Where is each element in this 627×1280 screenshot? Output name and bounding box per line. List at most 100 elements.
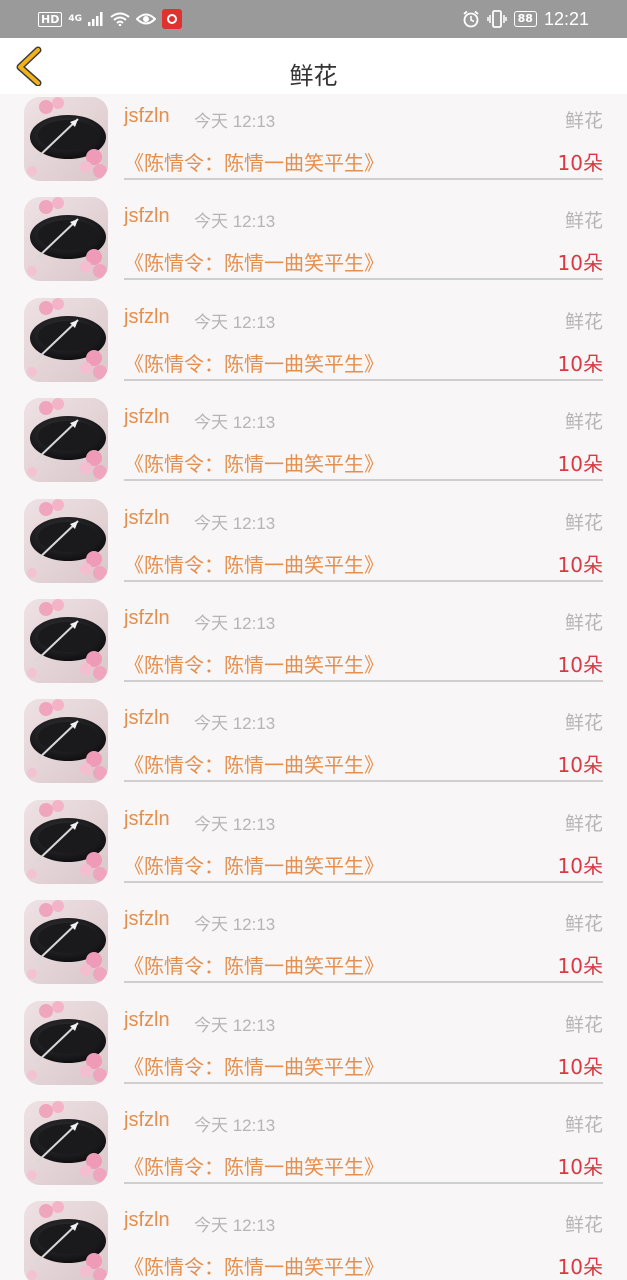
gift-quantity: 10朵 xyxy=(557,251,603,275)
eye-icon xyxy=(136,13,156,25)
list-item[interactable]: jsfzln 今天 12:13 鲜花 《陈情令：陈情一曲笑平生》 10朵 xyxy=(0,897,627,997)
timestamp: 今天 12:13 xyxy=(194,1216,276,1235)
timestamp: 今天 12:13 xyxy=(194,815,276,834)
thumbnail-image xyxy=(24,599,108,683)
battery-indicator: 88 xyxy=(513,11,537,27)
username: jsfzln xyxy=(124,607,170,629)
gift-quantity: 10朵 xyxy=(557,452,603,476)
username: jsfzln xyxy=(124,1009,170,1031)
work-title: 《陈情令：陈情一曲笑平生》 xyxy=(124,251,384,275)
username: jsfzln xyxy=(124,808,170,830)
wifi-icon xyxy=(110,12,130,26)
app-notification-icon xyxy=(162,9,182,29)
gift-quantity: 10朵 xyxy=(557,1255,603,1279)
hd-badge: HD xyxy=(38,11,63,27)
work-title: 《陈情令：陈情一曲笑平生》 xyxy=(124,753,384,777)
gift-type-label: 鲜花 xyxy=(564,1214,603,1236)
divider xyxy=(124,1082,603,1084)
timestamp: 今天 12:13 xyxy=(194,112,276,131)
work-title: 《陈情令：陈情一曲笑平生》 xyxy=(124,1155,384,1179)
gift-type-label: 鲜花 xyxy=(564,512,603,534)
username: jsfzln xyxy=(124,507,170,529)
thumbnail-image xyxy=(24,499,108,583)
thumbnail-image xyxy=(24,398,108,482)
thumbnail-image xyxy=(24,699,108,783)
divider xyxy=(124,379,603,381)
divider xyxy=(124,580,603,582)
gift-quantity: 10朵 xyxy=(557,854,603,878)
thumbnail-image xyxy=(24,1201,108,1280)
username: jsfzln xyxy=(124,105,170,127)
list-item[interactable]: jsfzln 今天 12:13 鲜花 《陈情令：陈情一曲笑平生》 10朵 xyxy=(0,1198,627,1280)
list-item[interactable]: jsfzln 今天 12:13 鲜花 《陈情令：陈情一曲笑平生》 10朵 xyxy=(0,998,627,1098)
gift-quantity: 10朵 xyxy=(557,653,603,677)
vibrate-icon xyxy=(486,10,507,28)
status-bar-right: 88 12:21 xyxy=(462,9,589,29)
network-type: 4G xyxy=(68,14,82,24)
list-item[interactable]: jsfzln 今天 12:13 鲜花 《陈情令：陈情一曲笑平生》 10朵 xyxy=(0,797,627,897)
work-title: 《陈情令：陈情一曲笑平生》 xyxy=(124,1055,384,1079)
thumbnail-image xyxy=(24,1101,108,1185)
gift-type-label: 鲜花 xyxy=(564,311,603,333)
list-item[interactable]: jsfzln 今天 12:13 鲜花 《陈情令：陈情一曲笑平生》 10朵 xyxy=(0,596,627,696)
gift-type-label: 鲜花 xyxy=(564,411,603,433)
divider xyxy=(124,278,603,280)
status-bar-left: HD 4G xyxy=(38,9,182,29)
thumbnail-image xyxy=(24,1001,108,1085)
work-title: 《陈情令：陈情一曲笑平生》 xyxy=(124,352,384,376)
gift-quantity: 10朵 xyxy=(557,753,603,777)
timestamp: 今天 12:13 xyxy=(194,714,276,733)
gift-list[interactable]: jsfzln 今天 12:13 鲜花 《陈情令：陈情一曲笑平生》 10朵 jsf… xyxy=(0,94,627,1280)
work-title: 《陈情令：陈情一曲笑平生》 xyxy=(124,854,384,878)
gift-quantity: 10朵 xyxy=(557,151,603,175)
thumbnail-image xyxy=(24,900,108,984)
work-title: 《陈情令：陈情一曲笑平生》 xyxy=(124,151,384,175)
thumbnail-image xyxy=(24,298,108,382)
work-title: 《陈情令：陈情一曲笑平生》 xyxy=(124,954,384,978)
gift-type-label: 鲜花 xyxy=(564,1114,603,1136)
gift-type-label: 鲜花 xyxy=(564,712,603,734)
list-item[interactable]: jsfzln 今天 12:13 鲜花 《陈情令：陈情一曲笑平生》 10朵 xyxy=(0,194,627,294)
divider xyxy=(124,1182,603,1184)
gift-type-label: 鲜花 xyxy=(564,110,603,132)
timestamp: 今天 12:13 xyxy=(194,313,276,332)
clock: 12:21 xyxy=(543,8,589,29)
gift-quantity: 10朵 xyxy=(557,1055,603,1079)
username: jsfzln xyxy=(124,1109,170,1131)
work-title: 《陈情令：陈情一曲笑平生》 xyxy=(124,452,384,476)
work-title: 《陈情令：陈情一曲笑平生》 xyxy=(124,1255,384,1279)
divider xyxy=(124,881,603,883)
timestamp: 今天 12:13 xyxy=(194,614,276,633)
username: jsfzln xyxy=(124,306,170,328)
gift-quantity: 10朵 xyxy=(557,553,603,577)
list-item[interactable]: jsfzln 今天 12:13 鲜花 《陈情令：陈情一曲笑平生》 10朵 xyxy=(0,395,627,495)
list-item[interactable]: jsfzln 今天 12:13 鲜花 《陈情令：陈情一曲笑平生》 10朵 xyxy=(0,1098,627,1198)
list-item[interactable]: jsfzln 今天 12:13 鲜花 《陈情令：陈情一曲笑平生》 10朵 xyxy=(0,696,627,796)
divider xyxy=(124,981,603,983)
divider xyxy=(124,680,603,682)
status-bar: HD 4G 88 12:21 xyxy=(0,0,627,38)
divider xyxy=(124,178,603,180)
thumbnail-image xyxy=(24,800,108,884)
list-item[interactable]: jsfzln 今天 12:13 鲜花 《陈情令：陈情一曲笑平生》 10朵 xyxy=(0,94,627,194)
timestamp: 今天 12:13 xyxy=(194,413,276,432)
gift-quantity: 10朵 xyxy=(557,1155,603,1179)
thumbnail-image xyxy=(24,97,108,181)
gift-type-label: 鲜花 xyxy=(564,1014,603,1036)
timestamp: 今天 12:13 xyxy=(194,1016,276,1035)
gift-quantity: 10朵 xyxy=(557,352,603,376)
divider xyxy=(124,780,603,782)
page-title: 鲜花 xyxy=(289,62,338,90)
timestamp: 今天 12:13 xyxy=(194,514,276,533)
username: jsfzln xyxy=(124,1209,170,1231)
work-title: 《陈情令：陈情一曲笑平生》 xyxy=(124,653,384,677)
list-item[interactable]: jsfzln 今天 12:13 鲜花 《陈情令：陈情一曲笑平生》 10朵 xyxy=(0,496,627,596)
gift-type-label: 鲜花 xyxy=(564,913,603,935)
thumbnail-image xyxy=(24,197,108,281)
list-item[interactable]: jsfzln 今天 12:13 鲜花 《陈情令：陈情一曲笑平生》 10朵 xyxy=(0,295,627,395)
username: jsfzln xyxy=(124,908,170,930)
gift-type-label: 鲜花 xyxy=(564,813,603,835)
gift-type-label: 鲜花 xyxy=(564,612,603,634)
divider xyxy=(124,479,603,481)
work-title: 《陈情令：陈情一曲笑平生》 xyxy=(124,553,384,577)
